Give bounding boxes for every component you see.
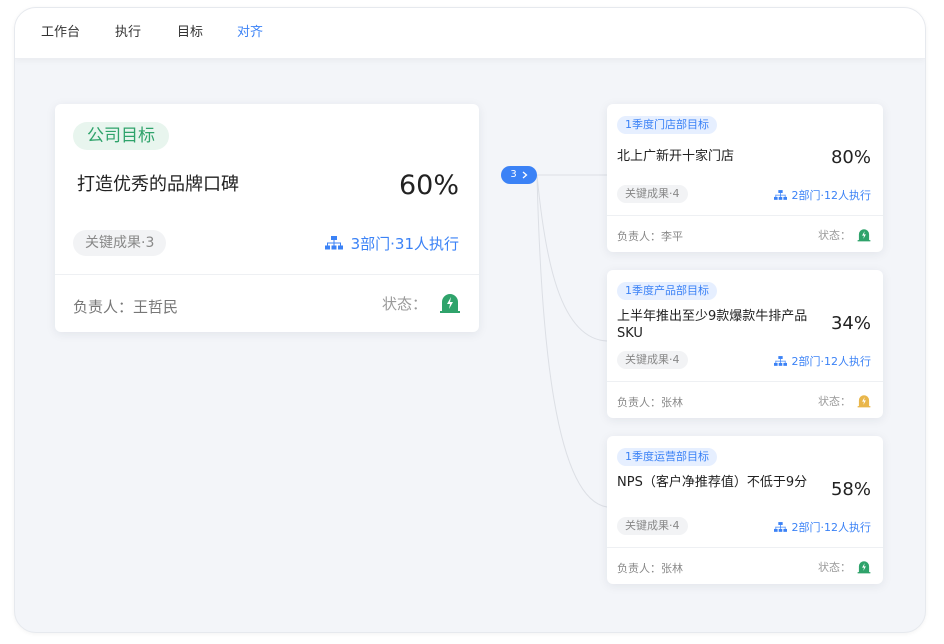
department-goal-tag: 1季度运营部目标 — [617, 448, 717, 466]
status-lightning-icon[interactable] — [857, 560, 871, 574]
status-label: 状态： — [818, 395, 851, 408]
execution-text: 3部门·31人执行 — [350, 235, 459, 253]
org-chart-icon — [324, 236, 343, 250]
execution-text: 2部门·12人执行 — [791, 189, 872, 202]
app-window: 工作台 执行 目标 对齐 公司目标 打造优秀的品牌口碑 60% 关键成果·3 3… — [14, 7, 926, 633]
goal-status: 状态： — [818, 559, 871, 575]
card-divider — [607, 215, 883, 216]
goal-progress: 58% — [830, 479, 871, 500]
org-chart-icon — [773, 521, 787, 532]
status-lightning-icon[interactable] — [439, 292, 461, 314]
department-goal-tag: 1季度产品部目标 — [617, 282, 717, 300]
child-count: 3 — [510, 169, 517, 180]
execution-info[interactable]: 3部门·31人执行 — [324, 233, 459, 254]
card-divider — [607, 547, 883, 548]
goal-owner: 负责人：王哲民 — [73, 298, 179, 316]
execution-text: 2部门·12人执行 — [791, 521, 872, 534]
sub-goal-card-3[interactable]: 1季度运营部目标 NPS（客户净推荐值）不低于9分 58% 关键成果·4 2部门… — [607, 436, 883, 584]
goal-progress: 60% — [398, 170, 459, 201]
status-label: 状态： — [818, 561, 851, 574]
execution-info[interactable]: 2部门·12人执行 — [773, 519, 872, 535]
sub-goal-card-1[interactable]: 1季度门店部目标 北上广新开十家门店 80% 关键成果·4 2部门·12人执行 … — [607, 104, 883, 252]
alignment-canvas: 公司目标 打造优秀的品牌口碑 60% 关键成果·3 3部门·31人执行 负责人：… — [15, 59, 925, 632]
company-goal-tag: 公司目标 — [73, 122, 169, 150]
org-chart-icon — [773, 355, 787, 366]
goal-title: 北上广新开十家门店 — [617, 149, 735, 164]
connector-line-2 — [536, 174, 608, 342]
tab-workbench[interactable]: 工作台 — [41, 24, 80, 42]
execution-text: 2部门·12人执行 — [791, 355, 872, 368]
org-chart-icon — [773, 189, 787, 200]
goal-owner: 负责人：李平 — [617, 230, 683, 243]
connector-line-3 — [536, 174, 608, 508]
tab-execute[interactable]: 执行 — [115, 24, 141, 42]
status-label: 状态： — [381, 294, 427, 313]
chevron-right-icon — [522, 171, 528, 179]
execution-info[interactable]: 2部门·12人执行 — [773, 353, 872, 369]
goal-owner: 负责人：张林 — [617, 396, 683, 409]
card-divider — [55, 274, 479, 275]
goal-title: NPS（客户净推荐值）不低于9分 — [617, 475, 808, 490]
goal-status: 状态： — [818, 393, 871, 409]
goal-progress: 34% — [830, 313, 871, 334]
status-lightning-icon[interactable] — [857, 228, 871, 242]
top-navigation: 工作台 执行 目标 对齐 — [15, 8, 925, 59]
execution-info[interactable]: 2部门·12人执行 — [773, 187, 872, 203]
key-results-chip[interactable]: 关键成果·3 — [73, 230, 167, 256]
goal-status: 状态： — [382, 292, 461, 314]
card-divider — [607, 381, 883, 382]
status-lightning-icon[interactable] — [857, 394, 871, 408]
tab-goals[interactable]: 目标 — [177, 24, 203, 42]
key-results-chip[interactable]: 关键成果·4 — [617, 351, 688, 369]
status-label: 状态： — [818, 229, 851, 242]
goal-owner: 负责人：张林 — [617, 562, 683, 575]
department-goal-tag: 1季度门店部目标 — [617, 116, 717, 134]
goal-progress: 80% — [830, 147, 871, 168]
company-goal-card[interactable]: 公司目标 打造优秀的品牌口碑 60% 关键成果·3 3部门·31人执行 负责人：… — [55, 104, 479, 332]
expand-children-badge[interactable]: 3 — [501, 166, 537, 184]
goal-status: 状态： — [818, 227, 871, 243]
tab-align[interactable]: 对齐 — [237, 24, 263, 42]
sub-goal-card-2[interactable]: 1季度产品部目标 上半年推出至少9款爆款牛排产品SKU 34% 关键成果·4 2… — [607, 270, 883, 418]
goal-title: 打造优秀的品牌口碑 — [77, 174, 239, 195]
goal-title: 上半年推出至少9款爆款牛排产品SKU — [617, 309, 808, 341]
key-results-chip[interactable]: 关键成果·4 — [617, 517, 688, 535]
key-results-chip[interactable]: 关键成果·4 — [617, 185, 688, 203]
